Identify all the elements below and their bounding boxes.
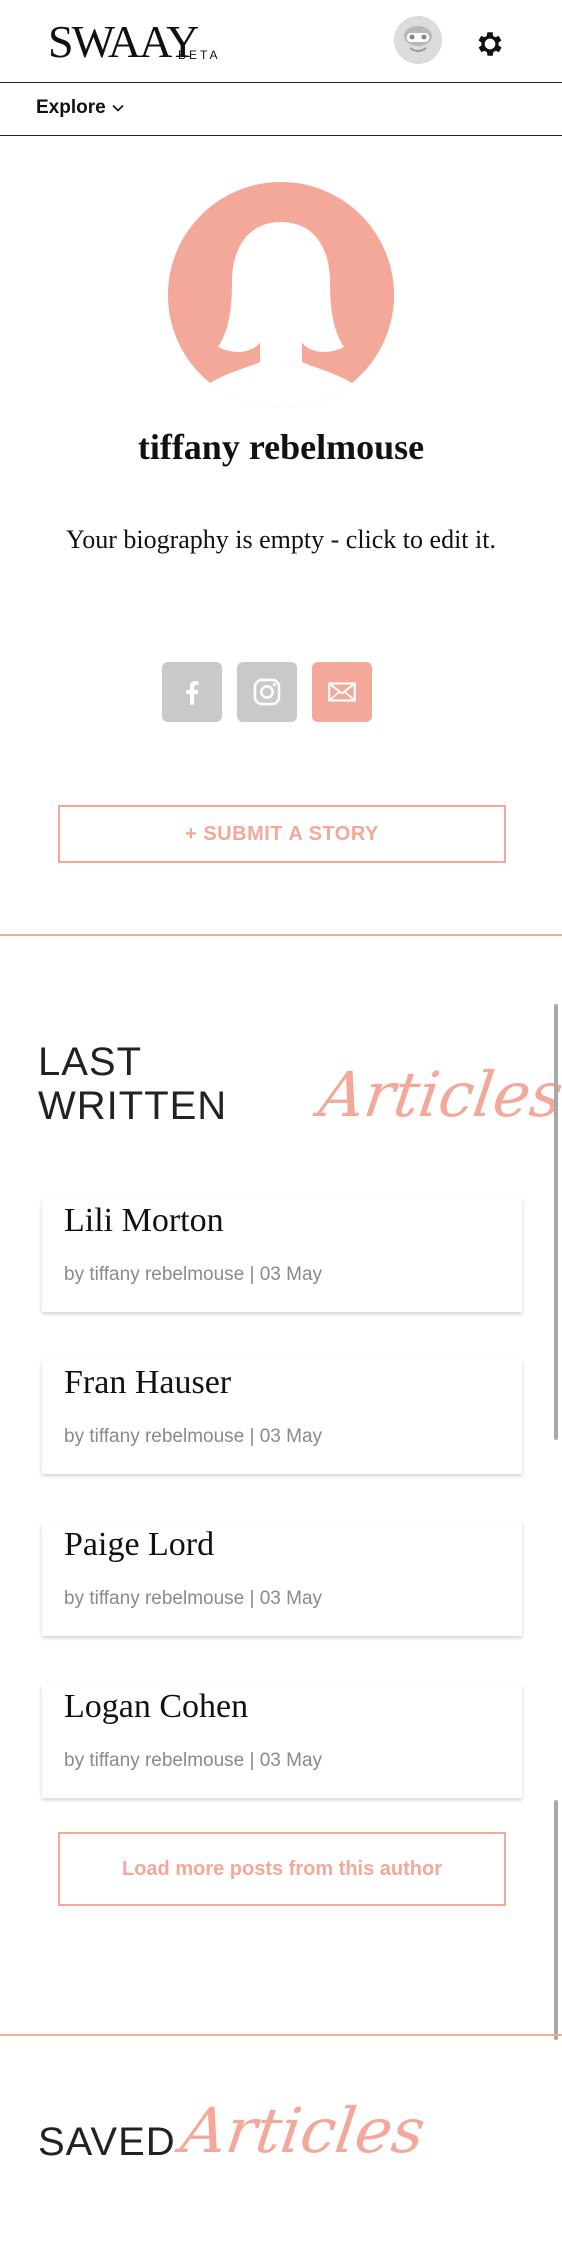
article-title[interactable]: Paige Lord [64,1526,214,1564]
scrollbar[interactable] [554,1004,558,1440]
facebook-icon [186,681,199,705]
article-card[interactable]: Logan Cohen by tiffany rebelmouse | 03 M… [42,1684,522,1798]
gear-icon[interactable] [474,28,506,60]
article-title[interactable]: Lili Morton [64,1202,224,1240]
article-card[interactable]: Lili Morton by tiffany rebelmouse | 03 M… [42,1198,522,1312]
section-divider [0,2034,562,2036]
submit-story-button[interactable]: + SUBMIT A STORY [58,805,506,863]
article-title[interactable]: Logan Cohen [64,1688,248,1726]
user-avatar-icon[interactable] [394,16,442,64]
section-divider [0,934,562,936]
last-written-heading: LAST WRITTEN Articles [38,1040,562,1131]
sub-navigation: Explore [0,83,562,136]
profile-bio[interactable]: Your biography is empty - click to edit … [60,522,502,558]
last-written-caps: LAST WRITTEN [38,1040,228,1128]
site-header: SWAAY BETA [0,0,562,83]
load-more-button[interactable]: Load more posts from this author [58,1832,506,1906]
instagram-icon [253,678,281,706]
article-title[interactable]: Fran Hauser [64,1364,231,1402]
explore-label: Explore [36,97,106,118]
chevron-down-icon [112,104,124,112]
instagram-button[interactable] [237,662,297,722]
mail-icon [328,682,356,702]
saved-heading: SAVED Articles [38,2094,429,2167]
article-meta: by tiffany rebelmouse | 03 May [64,1750,323,1771]
scrollbar[interactable] [554,1800,558,2040]
article-card[interactable]: Fran Hauser by tiffany rebelmouse | 03 M… [42,1360,522,1474]
explore-menu[interactable]: Explore [36,97,124,119]
saved-script: Articles [176,2094,430,2167]
article-card[interactable]: Paige Lord by tiffany rebelmouse | 03 Ma… [42,1522,522,1636]
last-written-script: Articles [314,1058,562,1131]
saved-caps: SAVED [38,2120,176,2164]
article-meta: by tiffany rebelmouse | 03 May [64,1264,323,1285]
person-silhouette-icon [168,182,394,408]
article-meta: by tiffany rebelmouse | 03 May [64,1426,323,1447]
profile-name: tiffany rebelmouse [137,427,425,467]
profile-avatar[interactable] [168,182,394,408]
site-logo[interactable]: SWAAY [48,16,199,68]
facebook-button[interactable] [162,662,222,722]
email-button[interactable] [312,662,372,722]
beta-label: BETA [178,48,221,62]
article-meta: by tiffany rebelmouse | 03 May [64,1588,323,1609]
